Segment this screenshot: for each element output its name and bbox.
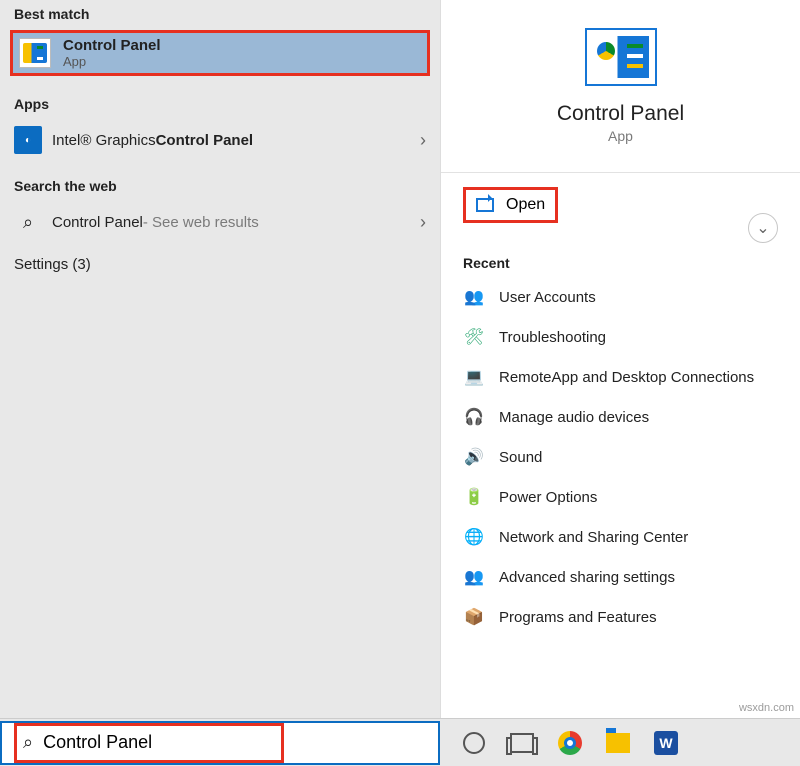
expand-button[interactable]: ⌄ [748,213,778,243]
recent-item-network-sharing[interactable]: 🌐 Network and Sharing Center [441,517,800,557]
recent-item-label: User Accounts [499,289,596,306]
apps-item-prefix: Intel® Graphics [52,132,156,149]
task-view-button[interactable] [508,729,536,757]
preview-title: Control Panel [557,102,684,126]
web-item-main: Control Panel [52,214,143,231]
recent-item-label: Troubleshooting [499,329,606,346]
cortana-button[interactable] [460,729,488,757]
web-item-suffix: - See web results [143,214,259,231]
search-icon: ⌕ [23,732,33,753]
control-panel-icon [19,38,51,68]
remoteapp-icon: 💻 [463,366,485,388]
recent-item-label: Advanced sharing settings [499,569,675,586]
search-web-header: Search the web [0,172,440,198]
power-options-icon: 🔋 [463,486,485,508]
word-button[interactable]: W [652,729,680,757]
file-explorer-button[interactable] [604,729,632,757]
control-panel-icon [585,28,657,86]
user-accounts-icon: 👥 [463,286,485,308]
recent-item-power-options[interactable]: 🔋 Power Options [441,477,800,517]
web-results-item[interactable]: ⌕ Control Panel - See web results › [0,198,440,246]
preview-summary: Control Panel App [441,0,800,173]
word-icon: W [654,731,678,755]
recent-item-manage-audio[interactable]: 🎧 Manage audio devices [441,397,800,437]
recent-item-label: Programs and Features [499,609,657,626]
open-icon [476,198,494,212]
recent-item-user-accounts[interactable]: 👥 User Accounts [441,277,800,317]
best-match-title: Control Panel [63,37,161,54]
audio-devices-icon: 🎧 [463,406,485,428]
troubleshooting-icon: 🛠 [463,326,485,348]
chevron-down-icon: ⌄ [756,218,769,238]
chevron-right-icon[interactable]: › [420,130,426,151]
recent-item-troubleshooting[interactable]: 🛠 Troubleshooting [441,317,800,357]
recent-item-remoteapp[interactable]: 💻 RemoteApp and Desktop Connections [441,357,800,397]
recent-item-label: Manage audio devices [499,409,649,426]
open-action-row: Open ⌄ [441,173,800,237]
task-view-icon [510,733,534,753]
taskbar: ⌕ W [0,718,800,766]
file-explorer-icon [606,733,630,753]
recent-item-label: Sound [499,449,542,466]
recent-header: Recent [441,237,800,277]
search-icon: ⌕ [14,208,42,236]
best-match-header: Best match [0,0,440,26]
network-icon: 🌐 [463,526,485,548]
preview-pane: Control Panel App Open ⌄ Recent 👥 User A… [440,0,800,718]
preview-subtitle: App [608,128,633,144]
recent-item-programs-features[interactable]: 📦 Programs and Features [441,597,800,637]
recent-item-advanced-sharing[interactable]: 👥 Advanced sharing settings [441,557,800,597]
recent-item-sound[interactable]: 🔊 Sound [441,437,800,477]
advanced-sharing-icon: 👥 [463,566,485,588]
chrome-icon [558,731,582,755]
cortana-icon [463,732,485,754]
taskbar-search[interactable]: ⌕ [0,721,440,765]
apps-header: Apps [0,90,440,116]
taskbar-icons: W [440,729,680,757]
programs-icon: 📦 [463,606,485,628]
open-label: Open [506,196,545,214]
open-button[interactable]: Open [463,187,558,223]
intel-graphics-icon: ◐ [14,126,42,154]
settings-group[interactable]: Settings (3) [0,246,440,283]
sound-icon: 🔊 [463,446,485,468]
best-match-text: Control Panel App [63,37,161,69]
recent-item-label: RemoteApp and Desktop Connections [499,369,754,386]
search-input[interactable] [43,732,275,753]
recent-item-label: Power Options [499,489,597,506]
apps-item-intel-graphics[interactable]: ◐ Intel® Graphics Control Panel › [0,116,440,164]
watermark: wsxdn.com [739,702,794,714]
apps-item-bold: Control Panel [156,132,254,149]
chrome-button[interactable] [556,729,584,757]
best-match-item[interactable]: Control Panel App [10,30,430,76]
results-pane: Best match Control Panel App Apps ◐ Inte… [0,0,440,718]
chevron-right-icon[interactable]: › [420,212,426,233]
best-match-subtitle: App [63,54,161,69]
recent-item-label: Network and Sharing Center [499,529,688,546]
